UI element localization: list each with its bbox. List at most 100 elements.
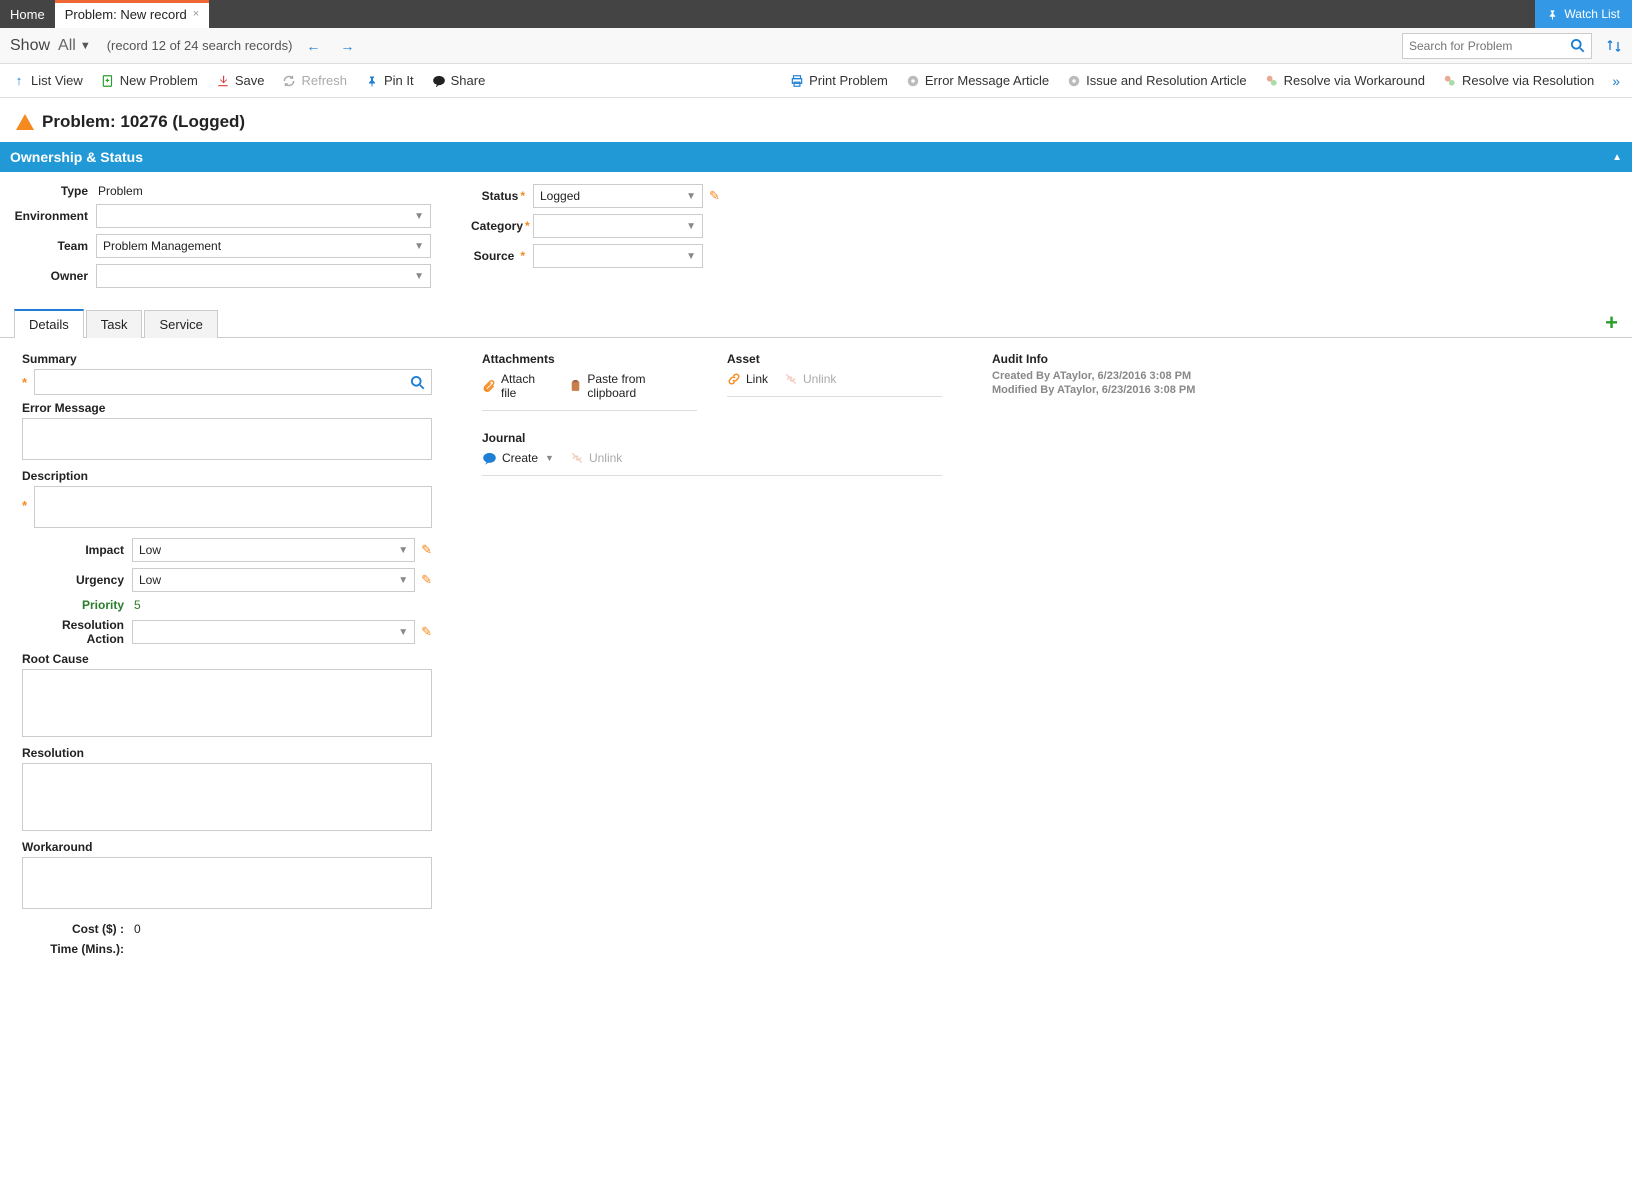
tab-details[interactable]: Details [14, 309, 84, 338]
chevron-down-icon: ▼ [398, 575, 408, 586]
asset-unlink-button[interactable]: Unlink [784, 372, 836, 386]
attach-icon [482, 379, 496, 393]
journal-unlink-button[interactable]: Unlink [570, 451, 622, 465]
refresh-button[interactable]: Refresh [282, 73, 347, 88]
share-label: Share [451, 73, 486, 88]
environment-dropdown[interactable]: ▼ [96, 204, 431, 228]
team-dropdown[interactable]: Problem Management ▼ [96, 234, 431, 258]
search-icon[interactable] [1570, 38, 1585, 53]
search-box [1402, 33, 1592, 59]
new-problem-button[interactable]: New Problem [101, 73, 198, 88]
edit-icon[interactable]: ✎ [421, 542, 432, 558]
journal-unlink-label: Unlink [589, 451, 622, 465]
refresh-icon [282, 74, 296, 88]
journal-title: Journal [482, 431, 942, 445]
urgency-value: Low [139, 573, 161, 587]
category-dropdown[interactable]: ▼ [533, 214, 703, 238]
gear-icon [1067, 74, 1081, 88]
edit-icon[interactable]: ✎ [421, 572, 432, 588]
type-value: Problem [96, 184, 143, 198]
save-label: Save [235, 73, 265, 88]
attach-file-button[interactable]: Attach file [482, 372, 553, 400]
pin-icon [365, 74, 379, 88]
save-button[interactable]: Save [216, 73, 265, 88]
resolution-action-dropdown[interactable]: ▼ [132, 620, 415, 644]
save-icon [216, 74, 230, 88]
ownership-section-header[interactable]: Ownership & Status ▲ [0, 142, 1632, 172]
details-middle-column: Attachments Attach file Paste from clipb… [482, 352, 942, 956]
source-dropdown[interactable]: ▼ [533, 244, 703, 268]
resolution-textarea[interactable] [22, 763, 432, 831]
error-message-textarea[interactable] [22, 418, 432, 460]
description-textarea[interactable] [34, 486, 432, 528]
workaround-label: Workaround [22, 840, 432, 854]
root-cause-textarea[interactable] [22, 669, 432, 737]
all-dropdown[interactable]: All ▼ [58, 37, 91, 55]
resolve-workaround-button[interactable]: Resolve via Workaround [1265, 73, 1425, 88]
new-problem-label: New Problem [120, 73, 198, 88]
type-label: Type [14, 184, 96, 198]
workaround-textarea[interactable] [22, 857, 432, 909]
edit-icon[interactable]: ✎ [421, 624, 432, 640]
warning-icon [16, 114, 34, 130]
tabs-row: Details Task Service + [0, 308, 1632, 338]
link-icon [727, 372, 741, 386]
print-problem-button[interactable]: Print Problem [790, 73, 888, 88]
clipboard-icon [569, 379, 582, 393]
time-label: Time (Mins.): [22, 942, 132, 956]
pin-icon [1547, 9, 1558, 20]
chevron-down-icon: ▼ [545, 453, 554, 463]
cost-label: Cost ($) : [22, 922, 132, 936]
tab-service[interactable]: Service [144, 310, 217, 338]
audit-info-panel: Audit Info Created By ATaylor, 6/23/2016… [992, 352, 1222, 956]
chevron-down-icon: ▼ [414, 211, 424, 222]
issue-article-button[interactable]: Issue and Resolution Article [1067, 73, 1246, 88]
summary-input[interactable] [34, 369, 432, 395]
watch-list-button[interactable]: Watch List [1535, 0, 1632, 28]
tab-home[interactable]: Home [0, 0, 55, 28]
chevron-down-icon: ▼ [686, 221, 696, 232]
required-marker: * [22, 375, 30, 390]
show-bar: Show All ▼ (record 12 of 24 search recor… [0, 28, 1632, 64]
toolbar-more-button[interactable]: » [1612, 73, 1620, 89]
prev-record-button[interactable]: ← [306, 38, 320, 54]
resolution-action-label: Resolution Action [22, 618, 132, 646]
environment-label: Environment [14, 209, 96, 223]
add-tab-button[interactable]: + [1605, 310, 1618, 336]
chevron-down-icon: ▼ [398, 545, 408, 556]
list-view-button[interactable]: ↑ List View [12, 73, 83, 88]
asset-unlink-label: Unlink [803, 372, 836, 386]
next-record-button[interactable]: → [340, 38, 354, 54]
journal-create-label: Create [502, 451, 538, 465]
error-message-label: Error Message [22, 401, 432, 415]
paste-clipboard-button[interactable]: Paste from clipboard [569, 372, 697, 400]
resolve-resolution-label: Resolve via Resolution [1462, 73, 1594, 88]
urgency-dropdown[interactable]: Low ▼ [132, 568, 415, 592]
impact-dropdown[interactable]: Low ▼ [132, 538, 415, 562]
status-label: Status* [471, 189, 533, 203]
tab-problem-record[interactable]: Problem: New record × [55, 0, 210, 28]
pin-it-button[interactable]: Pin It [365, 73, 414, 88]
arrow-up-icon: ↑ [12, 74, 26, 88]
close-icon[interactable]: × [193, 8, 199, 20]
error-article-label: Error Message Article [925, 73, 1049, 88]
tab-task[interactable]: Task [86, 310, 143, 338]
print-label: Print Problem [809, 73, 888, 88]
search-input[interactable] [1409, 39, 1570, 53]
resolve-resolution-button[interactable]: Resolve via Resolution [1443, 73, 1594, 88]
sort-icon[interactable] [1606, 38, 1622, 54]
asset-link-button[interactable]: Link [727, 372, 768, 386]
search-icon[interactable] [410, 375, 425, 390]
share-button[interactable]: Share [432, 73, 486, 88]
owner-dropdown[interactable]: ▼ [96, 264, 431, 288]
asset-link-label: Link [746, 372, 768, 386]
toolbar: ↑ List View New Problem Save Refresh Pin… [0, 64, 1632, 98]
error-article-button[interactable]: Error Message Article [906, 73, 1049, 88]
journal-create-button[interactable]: Create ▼ [482, 451, 554, 465]
source-label: Source* [471, 249, 533, 263]
collapse-icon[interactable]: ▲ [1612, 152, 1622, 163]
edit-icon[interactable]: ✎ [709, 188, 720, 204]
chevron-down-icon: ▼ [686, 251, 696, 262]
status-dropdown[interactable]: Logged ▼ [533, 184, 703, 208]
record-nav-text: (record 12 of 24 search records) [107, 38, 293, 53]
